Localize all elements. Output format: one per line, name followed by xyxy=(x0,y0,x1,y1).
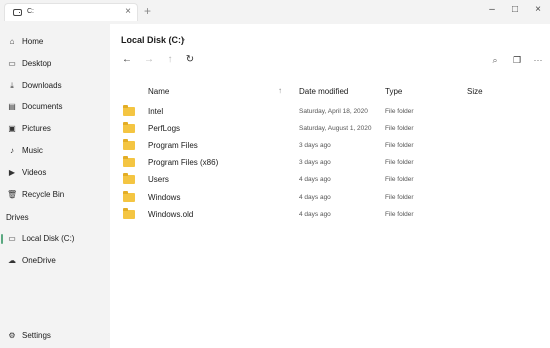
column-header-type[interactable]: Type xyxy=(385,87,402,96)
up-button[interactable]: ↑ xyxy=(163,53,177,67)
tab-title: C: xyxy=(27,8,34,15)
chevron-right-icon[interactable]: › xyxy=(182,34,185,44)
video-icon: ▶ xyxy=(8,168,16,177)
sidebar-item-documents[interactable]: ▤ Documents xyxy=(0,97,110,117)
sidebar-item-onedrive[interactable]: ☁ OneDrive xyxy=(0,251,110,271)
file-date: 4 days ago xyxy=(299,176,331,183)
file-row[interactable]: Program Files 3 days ago File folder xyxy=(110,138,550,155)
file-date: Saturday, April 18, 2020 xyxy=(299,108,368,115)
settings-label: Settings xyxy=(22,331,51,340)
desktop-icon: ▭ xyxy=(8,59,16,68)
file-date: 3 days ago xyxy=(299,142,331,149)
sidebar-item-label: Home xyxy=(22,37,44,46)
settings-button[interactable]: ⚙ Settings xyxy=(0,326,110,346)
sidebar-item-label: Downloads xyxy=(22,81,62,90)
file-date: 4 days ago xyxy=(299,211,331,218)
column-header-name[interactable]: Name xyxy=(148,87,169,96)
file-row[interactable]: Program Files (x86) 3 days ago File fold… xyxy=(110,155,550,172)
file-name: PerfLogs xyxy=(148,124,181,133)
folder-icon xyxy=(123,191,135,202)
drive-icon: ▭ xyxy=(8,234,16,243)
sidebar-item-label: Desktop xyxy=(22,59,52,68)
sidebar-item-music[interactable]: ♪ Music xyxy=(0,141,110,161)
view-options-button[interactable]: ❐ xyxy=(510,53,524,67)
folder-icon xyxy=(123,139,135,150)
file-type: File folder xyxy=(385,194,414,201)
folder-icon xyxy=(123,122,135,133)
main-pane: Local Disk (C:) › ← → ↑ ↻ ⌕ ❐ ··· Name ↑… xyxy=(110,24,550,348)
sidebar-item-label: Local Disk (C:) xyxy=(22,234,75,243)
sidebar-item-videos[interactable]: ▶ Videos xyxy=(0,163,110,183)
cloud-icon: ☁ xyxy=(8,256,16,265)
sidebar-item-local-disk[interactable]: ▭ Local Disk (C:) xyxy=(0,229,110,249)
file-date: 4 days ago xyxy=(299,194,331,201)
gear-icon: ⚙ xyxy=(8,331,16,340)
close-button[interactable]: × xyxy=(527,2,549,18)
file-name: Windows.old xyxy=(148,210,194,219)
tab-local-disk[interactable]: C: × xyxy=(4,3,138,21)
refresh-button[interactable]: ↻ xyxy=(183,53,197,67)
folder-icon xyxy=(123,173,135,184)
file-type: File folder xyxy=(385,211,414,218)
file-row[interactable]: Intel Saturday, April 18, 2020 File fold… xyxy=(110,104,550,121)
picture-icon: ▣ xyxy=(8,124,16,133)
sidebar-item-recycle-bin[interactable]: 🗑 Recycle Bin xyxy=(0,185,110,205)
folder-icon xyxy=(123,105,135,116)
sidebar-item-pictures[interactable]: ▣ Pictures xyxy=(0,119,110,139)
drive-icon xyxy=(13,9,22,16)
file-date: Saturday, August 1, 2020 xyxy=(299,125,372,132)
music-icon: ♪ xyxy=(10,146,14,155)
file-row[interactable]: PerfLogs Saturday, August 1, 2020 File f… xyxy=(110,121,550,138)
recycle-bin-icon: 🗑 xyxy=(7,190,18,199)
breadcrumb-current[interactable]: Local Disk (C:) xyxy=(121,35,184,45)
tab-close-button[interactable]: × xyxy=(125,6,131,18)
file-name: Program Files (x86) xyxy=(148,158,219,167)
file-type: File folder xyxy=(385,176,414,183)
more-options-button[interactable]: ··· xyxy=(531,53,545,67)
file-date: 3 days ago xyxy=(299,159,331,166)
folder-icon xyxy=(123,156,135,167)
sidebar-item-home[interactable]: ⌂ Home xyxy=(0,32,110,52)
search-button[interactable]: ⌕ xyxy=(488,53,502,67)
file-name: Users xyxy=(148,175,169,184)
sidebar-item-label: Videos xyxy=(22,168,47,177)
new-tab-button[interactable]: + xyxy=(144,4,151,18)
sidebar-item-label: Music xyxy=(22,146,43,155)
file-type: File folder xyxy=(385,108,414,115)
download-icon: ⤓ xyxy=(10,81,14,90)
sort-ascending-icon: ↑ xyxy=(278,86,282,95)
sidebar: ⌂ Home ▭ Desktop ⤓ Downloads ▤ Documents… xyxy=(0,24,110,348)
sidebar-item-label: Recycle Bin xyxy=(22,190,65,199)
file-type: File folder xyxy=(385,142,414,149)
column-header-date[interactable]: Date modified xyxy=(299,87,348,96)
file-row[interactable]: Windows.old 4 days ago File folder xyxy=(110,207,550,224)
file-type: File folder xyxy=(385,125,414,132)
sidebar-item-label: OneDrive xyxy=(22,256,56,265)
sidebar-item-desktop[interactable]: ▭ Desktop xyxy=(0,54,110,74)
sidebar-item-label: Documents xyxy=(22,102,63,111)
folder-icon xyxy=(123,208,135,219)
drives-header: Drives xyxy=(6,213,29,222)
sidebar-item-label: Pictures xyxy=(22,124,51,133)
minimize-button[interactable]: – xyxy=(481,2,503,18)
maximize-button[interactable]: □ xyxy=(504,2,526,18)
sidebar-item-downloads[interactable]: ⤓ Downloads xyxy=(0,76,110,96)
title-bar: C: × + – □ × xyxy=(0,0,550,24)
file-name: Windows xyxy=(148,193,181,202)
home-icon: ⌂ xyxy=(9,37,15,46)
forward-button[interactable]: → xyxy=(142,53,156,67)
document-icon: ▤ xyxy=(8,102,16,111)
back-button[interactable]: ← xyxy=(120,53,134,67)
file-name: Intel xyxy=(148,107,164,116)
file-type: File folder xyxy=(385,159,414,166)
file-row[interactable]: Windows 4 days ago File folder xyxy=(110,190,550,207)
file-name: Program Files xyxy=(148,141,198,150)
column-header-size[interactable]: Size xyxy=(467,87,483,96)
file-row[interactable]: Users 4 days ago File folder xyxy=(110,172,550,189)
